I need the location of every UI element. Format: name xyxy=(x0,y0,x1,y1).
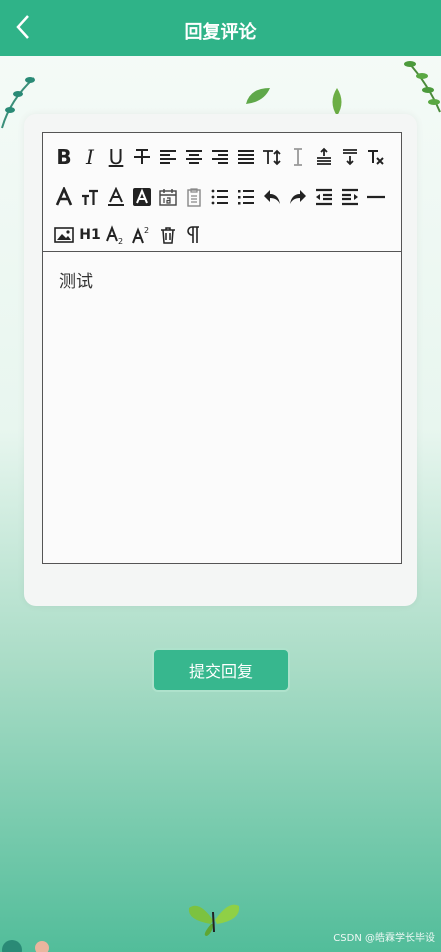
background-color-button[interactable] xyxy=(129,184,155,210)
outdent-icon xyxy=(316,188,332,206)
align-right-icon xyxy=(212,150,228,164)
align-center-icon xyxy=(186,150,202,164)
date-button[interactable] xyxy=(155,184,181,210)
superscript-button[interactable]: 2 xyxy=(129,222,155,248)
header-bar: 回复评论 xyxy=(0,0,441,56)
heading-button[interactable]: H1 xyxy=(77,222,103,248)
text-size-icon xyxy=(82,189,98,205)
clipboard-icon xyxy=(187,188,201,207)
trash-icon xyxy=(161,227,175,244)
butterfly-icon xyxy=(188,904,240,936)
toolbar-row: B I U xyxy=(51,143,389,171)
undo-icon xyxy=(264,190,280,204)
bold-icon: B xyxy=(56,145,72,169)
image-button[interactable] xyxy=(51,222,77,248)
paragraph-mark-button[interactable] xyxy=(181,222,207,248)
text-cursor-icon xyxy=(294,148,302,166)
leaf-branch-right-icon xyxy=(404,61,441,113)
bold-button[interactable]: B xyxy=(51,144,77,170)
time-button[interactable] xyxy=(181,184,207,210)
ordered-list-icon xyxy=(211,189,228,205)
clear-format-icon xyxy=(368,150,384,165)
toolbar-row: H1 2 2 xyxy=(51,221,207,249)
unordered-list-icon xyxy=(238,190,254,205)
svg-text:2: 2 xyxy=(144,226,149,235)
editor-toolbar: B I U H1 2 2 xyxy=(43,133,401,252)
leaf-icon xyxy=(246,88,270,104)
subscript-icon: 2 xyxy=(106,225,123,245)
font-size-button[interactable] xyxy=(259,144,285,170)
align-justify-button[interactable] xyxy=(233,144,259,170)
align-left-icon xyxy=(160,150,176,164)
font-family-icon xyxy=(55,187,73,206)
horizontal-rule-button[interactable] xyxy=(363,184,389,210)
strikethrough-icon xyxy=(134,149,150,164)
line-height-button[interactable] xyxy=(285,144,311,170)
submit-reply-button[interactable]: 提交回复 xyxy=(152,648,290,692)
align-right-button[interactable] xyxy=(207,144,233,170)
rich-text-editor: B I U H1 2 2 测试 xyxy=(42,132,402,564)
paragraph-bottom-button[interactable] xyxy=(337,144,363,170)
paragraph-bottom-icon xyxy=(343,149,357,166)
toolbar-row xyxy=(51,183,389,211)
decorative-circles-icon xyxy=(2,940,49,952)
paragraph-top-button[interactable] xyxy=(311,144,337,170)
page-title: 回复评论 xyxy=(184,22,257,43)
ordered-list-button[interactable] xyxy=(207,184,233,210)
indent-icon xyxy=(342,188,358,206)
delete-button[interactable] xyxy=(155,222,181,248)
font-color-icon xyxy=(108,187,124,206)
paragraph-top-icon xyxy=(317,147,331,165)
strikethrough-button[interactable] xyxy=(129,144,155,170)
calendar-icon xyxy=(159,189,177,206)
indent-button[interactable] xyxy=(337,184,363,210)
clear-format-button[interactable] xyxy=(363,144,389,170)
redo-icon xyxy=(290,190,306,204)
italic-icon: I xyxy=(86,145,94,169)
unordered-list-button[interactable] xyxy=(233,184,259,210)
subscript-button[interactable]: 2 xyxy=(103,222,129,248)
pilcrow-icon xyxy=(187,226,199,243)
text-size-button[interactable] xyxy=(77,184,103,210)
outdent-button[interactable] xyxy=(311,184,337,210)
image-icon xyxy=(54,227,74,243)
background-color-icon xyxy=(133,188,151,206)
horizontal-rule-icon xyxy=(367,195,385,199)
watermark: CSDN @皓霖学长毕设 xyxy=(333,933,435,944)
italic-button[interactable]: I xyxy=(77,144,103,170)
align-left-button[interactable] xyxy=(155,144,181,170)
superscript-icon: 2 xyxy=(132,226,149,244)
redo-button[interactable] xyxy=(285,184,311,210)
font-family-button[interactable] xyxy=(51,184,77,210)
font-size-icon xyxy=(263,149,281,166)
leaf-icon xyxy=(332,88,342,116)
underline-button[interactable]: U xyxy=(103,144,129,170)
underline-icon: U xyxy=(108,145,124,169)
align-justify-icon xyxy=(238,150,254,164)
heading-icon: H1 xyxy=(79,227,101,243)
editor-content[interactable]: 测试 xyxy=(59,267,93,292)
svg-text:2: 2 xyxy=(118,237,123,245)
align-center-button[interactable] xyxy=(181,144,207,170)
undo-button[interactable] xyxy=(259,184,285,210)
font-color-button[interactable] xyxy=(103,184,129,210)
